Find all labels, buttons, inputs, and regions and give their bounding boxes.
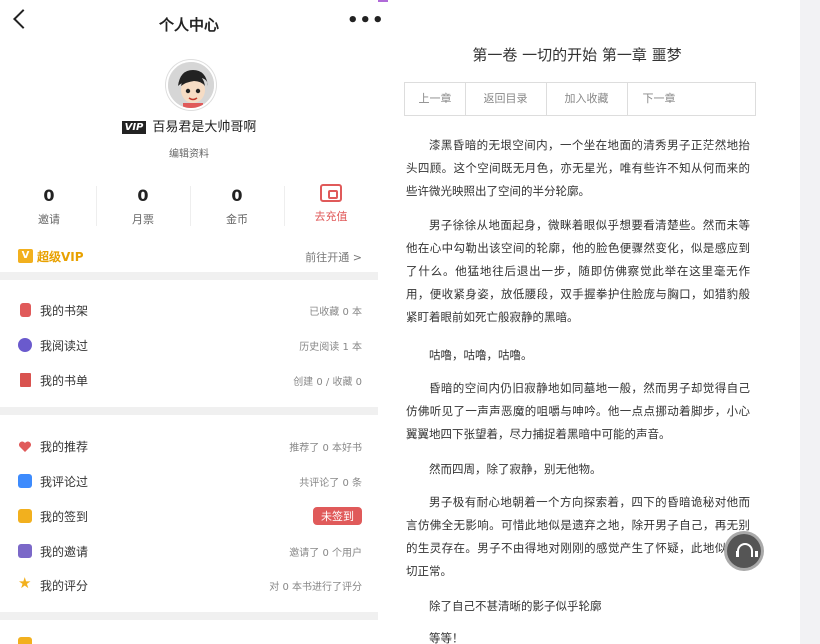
page-margin (800, 0, 820, 644)
bookshelf-icon (20, 303, 31, 317)
chapter-paragraph: 漆黑昏暗的无垠空间内，一个坐在地面的清秀男子正茫然地抬头四顾。这个空间既无月色，… (406, 138, 750, 198)
header-bar: 个人中心 ••• (0, 6, 384, 38)
menu-value: 推荐了 0 本好书 (289, 443, 362, 454)
menu-item-bookshelf[interactable]: 我的书架 已收藏 0 本 (0, 295, 378, 325)
next-section-peek (0, 632, 378, 644)
menu-label: 我的书单 (40, 374, 89, 388)
stats-row: 0 邀请 0 月票 0 金币 去充值 (0, 180, 378, 236)
checkin-icon (18, 509, 32, 523)
edit-profile-link[interactable]: 编辑资料 (0, 145, 378, 160)
menu-item-comments[interactable]: 我评论过 共评论了 0 条 (0, 466, 378, 496)
stat-label: 月票 (132, 213, 154, 226)
username-row: VIP 百易君是大帅哥啊 (0, 116, 378, 135)
section-divider (0, 272, 378, 280)
stat-label: 邀请 (38, 213, 60, 226)
stat-gold-coins[interactable]: 0 金币 (190, 180, 284, 236)
more-options-icon[interactable]: ••• (347, 10, 385, 31)
menu-item-ratings[interactable]: ★ 我的评分 对 0 本书进行了评分 (0, 570, 378, 600)
chapter-title: 第一卷 一切的开始 第一章 噩梦 (472, 46, 682, 64)
partial-icon (18, 637, 32, 644)
next-chapter-button[interactable]: 下一章 (627, 83, 691, 115)
username: 百易君是大帅哥啊 (152, 120, 257, 135)
open-vip-link[interactable]: 前往开通 > (305, 249, 362, 265)
chapter-paragraph: 男子极有耐心地朝着一个方向探索着，四下的昏暗诡秘对他而言仿佛全无影响。可惜此地似… (406, 495, 750, 578)
invite-icon (18, 544, 32, 558)
menu-item-recommendations[interactable]: 我的推荐 推荐了 0 本好书 (0, 431, 378, 461)
menu-value: 共评论了 0 条 (299, 478, 362, 489)
menu-value: 创建 0 / 收藏 0 (293, 377, 362, 388)
page-title: 个人中心 (158, 16, 219, 34)
menu-value: 已收藏 0 本 (309, 307, 362, 318)
stat-monthly-ticket[interactable]: 0 月票 (96, 180, 190, 236)
stat-label: 金币 (226, 213, 248, 226)
menu-value: 历史阅读 1 本 (299, 342, 362, 353)
menu-item-read-history[interactable]: 我阅读过 历史阅读 1 本 (0, 330, 378, 360)
menu-label: 我阅读过 (40, 339, 89, 353)
menu-item-checkin[interactable]: 我的签到 未签到 (0, 501, 378, 531)
stat-value: 0 (43, 186, 55, 205)
menu-label: 我评论过 (40, 475, 89, 489)
menu-value: 对 0 本书进行了评分 (269, 582, 362, 593)
section-divider (0, 612, 378, 620)
wallet-icon (320, 184, 342, 202)
star-icon: ★ (18, 574, 32, 592)
menu-label: 我的推荐 (40, 440, 89, 454)
menu-label: 我的邀请 (40, 545, 89, 559)
crown-icon: V (18, 249, 33, 263)
chapter-paragraph: 昏暗的空间内仍旧寂静地如同墓地一般，然而男子却觉得自己仿佛听见了一声声恶魔的咀嚼… (406, 381, 750, 441)
avatar[interactable] (166, 60, 216, 110)
personal-center-panel: 个人中心 ••• VIP 百易君是大帅哥啊 编辑资料 0 邀请 0 月票 0 金… (0, 0, 384, 644)
recharge-label: 去充值 (314, 210, 348, 223)
heart-icon (18, 439, 32, 453)
add-to-favorites-button[interactable]: 加入收藏 (546, 83, 627, 115)
chapter-paragraph: 然而四周，除了寂静，别无他物。 (429, 462, 602, 476)
vip-badge: VIP (121, 121, 147, 134)
chapter-paragraph: 咕噜，咕噜，咕噜。 (429, 348, 533, 362)
prev-chapter-button[interactable]: 上一章 (405, 83, 465, 115)
chapter-paragraph: 男子徐徐从地面起身，微眯着眼似乎想要看清楚些。然而未等他在心中勾勒出该空间的轮廓… (406, 218, 750, 324)
chapter-paragraph: 等等！ (429, 631, 464, 644)
menu-label: 我的评分 (40, 579, 89, 593)
comment-icon (18, 474, 32, 488)
section-divider (0, 407, 378, 415)
chapter-paragraph: 除了自己不甚清晰的影子似乎轮廓 (429, 599, 602, 613)
stat-invite[interactable]: 0 邀请 (2, 180, 96, 236)
menu-label: 我的书架 (40, 304, 89, 318)
clock-icon (18, 338, 32, 352)
menu-label: 我的签到 (40, 510, 89, 524)
stat-value: 0 (137, 186, 149, 205)
bookmark-icon (20, 373, 31, 387)
menu-value: 邀请了 0 个用户 (289, 548, 362, 559)
recharge-button[interactable]: 去充值 (284, 180, 378, 236)
super-vip-row[interactable]: V 超级VIP 前往开通 > (0, 246, 378, 268)
back-to-contents-button[interactable]: 返回目录 (465, 83, 546, 115)
headphones-icon[interactable] (727, 534, 761, 568)
menu-item-booklist[interactable]: 我的书单 创建 0 / 收藏 0 (0, 365, 378, 395)
menu-item-invites[interactable]: 我的邀请 邀请了 0 个用户 (0, 536, 378, 566)
not-signed-in-badge[interactable]: 未签到 (313, 507, 362, 525)
chapter-nav: 上一章 返回目录 加入收藏 下一章 (404, 82, 756, 116)
stat-value: 0 (231, 186, 243, 205)
super-vip-label: 超级VIP (37, 250, 84, 264)
reader-panel: 第一卷 一切的开始 第一章 噩梦 上一章 返回目录 加入收藏 下一章 漆黑昏暗的… (388, 0, 766, 644)
